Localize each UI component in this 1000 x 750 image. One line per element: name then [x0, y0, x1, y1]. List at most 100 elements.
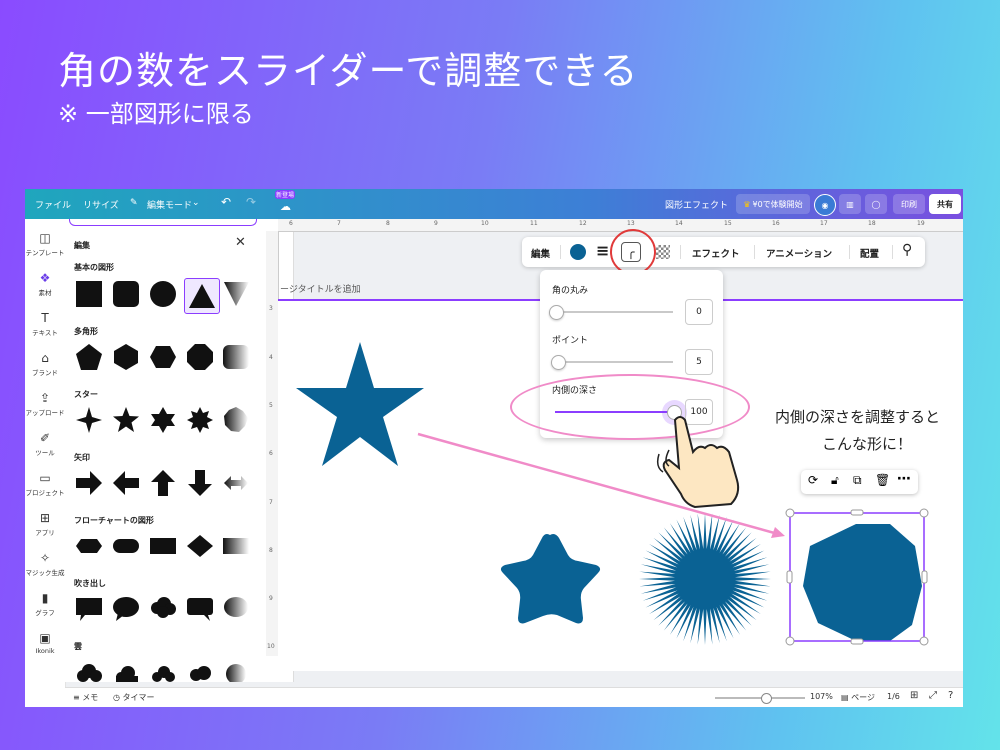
- rail-item-elements[interactable]: ❖ 素材: [25, 271, 65, 297]
- circle-shape[interactable]: [147, 278, 179, 310]
- transparency-icon[interactable]: [656, 245, 670, 259]
- arrow-right-shape[interactable]: [73, 467, 105, 499]
- arrow-up-shape[interactable]: [147, 467, 179, 499]
- ikonik-icon: ▣: [39, 631, 51, 645]
- more-options-icon[interactable]: ⋯: [897, 471, 911, 487]
- trial-button[interactable]: ♛ ¥0で体験開始: [736, 194, 810, 214]
- search-field-edge[interactable]: [69, 219, 257, 226]
- share-button[interactable]: 共有: [929, 194, 961, 214]
- lock-icon[interactable]: 🔓︎: [831, 473, 839, 488]
- rail-item-templates[interactable]: ◫ テンプレート: [25, 231, 65, 257]
- rail-item-apps[interactable]: ⊞ アプリ: [25, 511, 65, 537]
- points-slider-handle[interactable]: [551, 355, 567, 370]
- edit-button[interactable]: 編集: [531, 246, 550, 260]
- print-button[interactable]: 印刷: [893, 194, 925, 214]
- category-polygon[interactable]: 多角形: [74, 326, 98, 337]
- page-title-input[interactable]: ージタイトルを追加: [280, 282, 361, 295]
- category-star[interactable]: スター: [74, 389, 98, 400]
- round-speech-bubble-shape[interactable]: [110, 593, 142, 625]
- cloud-save-icon[interactable]: ☁: [280, 200, 291, 213]
- border-style-icon[interactable]: ≡: [596, 241, 609, 260]
- grid-view-icon[interactable]: ⊞: [910, 690, 918, 701]
- color-swatch-button[interactable]: [570, 244, 586, 260]
- timer-button[interactable]: ◷ タイマー: [113, 692, 155, 703]
- duplicate-icon[interactable]: ⧉: [853, 473, 862, 488]
- cloud-shape-2[interactable]: [110, 656, 142, 682]
- rail-item-ikonik[interactable]: ▣ Ikonik: [25, 631, 65, 655]
- elements-icon: ❖: [39, 271, 51, 285]
- rotate-icon[interactable]: ⟳: [808, 473, 818, 487]
- double-arrow-shape[interactable]: [223, 467, 249, 499]
- shape-effect-label[interactable]: 図形エフェクト: [665, 198, 728, 211]
- close-icon[interactable]: ✕: [235, 235, 246, 250]
- animation-button[interactable]: アニメーション: [766, 246, 832, 260]
- four-point-star-shape[interactable]: [73, 404, 105, 436]
- flow-process-shape[interactable]: [147, 530, 179, 562]
- zoom-slider-handle[interactable]: [761, 693, 773, 704]
- more-speech-bubble-shape[interactable]: [223, 593, 249, 625]
- corner-radius-value[interactable]: 0: [685, 299, 713, 325]
- rail-item-magic-media[interactable]: ✧ マジック生成: [25, 551, 65, 577]
- memo-button[interactable]: ≡ メモ: [73, 692, 98, 703]
- undo-icon[interactable]: ↶: [221, 195, 231, 209]
- flow-terminator-shape[interactable]: [110, 530, 142, 562]
- cloud-shape-3[interactable]: [147, 656, 179, 682]
- square-shape[interactable]: [73, 278, 105, 310]
- pentagon-shape[interactable]: [73, 341, 105, 373]
- file-menu[interactable]: ファイル: [35, 198, 71, 211]
- cloud-shape-1[interactable]: [73, 656, 105, 682]
- zoom-level[interactable]: 107%: [810, 692, 833, 701]
- avatar[interactable]: ◉: [814, 194, 836, 216]
- hexagon-shape[interactable]: [110, 341, 142, 373]
- inverted-triangle-shape[interactable]: [223, 278, 249, 310]
- pages-button[interactable]: ▤ ページ: [841, 692, 875, 703]
- resize-menu[interactable]: リサイズ: [83, 198, 119, 211]
- arrange-button[interactable]: 配置: [860, 246, 879, 260]
- more-polygons-shape[interactable]: [223, 341, 249, 373]
- more-stars-shape[interactable]: [223, 404, 249, 436]
- category-arrow[interactable]: 矢印: [74, 452, 90, 463]
- cloud-speech-bubble-shape[interactable]: [147, 593, 179, 625]
- five-point-star-shape[interactable]: [110, 404, 142, 436]
- rail-item-brand[interactable]: ⌂ ブランド: [25, 351, 65, 377]
- category-flowchart[interactable]: フローチャートの図形: [74, 515, 154, 526]
- rail-item-tools[interactable]: ✐ ツール: [25, 431, 65, 457]
- more-flowchart-shape[interactable]: [223, 530, 249, 562]
- triangle-shape[interactable]: [184, 278, 220, 314]
- rounded-speech-bubble-shape[interactable]: [184, 593, 216, 625]
- flow-preparation-shape[interactable]: [73, 530, 105, 562]
- fullscreen-icon[interactable]: ⤢: [929, 690, 937, 701]
- edit-mode-menu[interactable]: 編集モード: [147, 198, 192, 211]
- arrow-down-shape[interactable]: [184, 467, 216, 499]
- rail-item-charts[interactable]: ▮ グラフ: [25, 591, 65, 617]
- zoom-slider[interactable]: [715, 693, 805, 704]
- rounded-square-shape[interactable]: [110, 278, 142, 310]
- effect-button[interactable]: エフェクト: [692, 246, 740, 260]
- corner-radius-slider[interactable]: [549, 305, 673, 320]
- arrow-left-shape[interactable]: [110, 467, 142, 499]
- analytics-icon[interactable]: ▥: [839, 194, 861, 214]
- points-value[interactable]: 5: [685, 349, 713, 375]
- category-basic[interactable]: 基本の図形: [74, 262, 114, 273]
- flow-decision-shape[interactable]: [184, 530, 216, 562]
- category-speech-bubble[interactable]: 吹き出し: [74, 578, 106, 589]
- rail-item-uploads[interactable]: ⇪ アップロード: [25, 391, 65, 417]
- rail-item-projects[interactable]: ▭ プロジェクト: [25, 471, 65, 497]
- more-cloud-shape[interactable]: [223, 656, 249, 682]
- horizontal-hexagon-shape[interactable]: [147, 341, 179, 373]
- cloud-shape-4[interactable]: [184, 656, 216, 682]
- comment-icon[interactable]: ◯: [865, 194, 887, 214]
- square-speech-bubble-shape[interactable]: [73, 593, 105, 625]
- eight-point-star-shape[interactable]: [184, 404, 216, 436]
- points-slider[interactable]: [551, 355, 673, 370]
- octagon-shape[interactable]: [184, 341, 216, 373]
- category-cloud[interactable]: 雲: [74, 641, 82, 652]
- redo-icon[interactable]: ↷: [246, 195, 256, 209]
- corner-radius-slider-handle[interactable]: [549, 305, 564, 320]
- rail-item-text[interactable]: T テキスト: [25, 311, 65, 337]
- six-point-star-shape[interactable]: [147, 404, 179, 436]
- paint-format-icon[interactable]: ⚲: [902, 242, 912, 258]
- trash-icon[interactable]: 🗑︎: [875, 473, 890, 487]
- help-icon[interactable]: ?: [948, 690, 953, 701]
- shapes-panel: 編集 ✕ 基本の図形 多角形 スター 矢印 フローチャートの図形 吹き出し 雲: [65, 219, 294, 682]
